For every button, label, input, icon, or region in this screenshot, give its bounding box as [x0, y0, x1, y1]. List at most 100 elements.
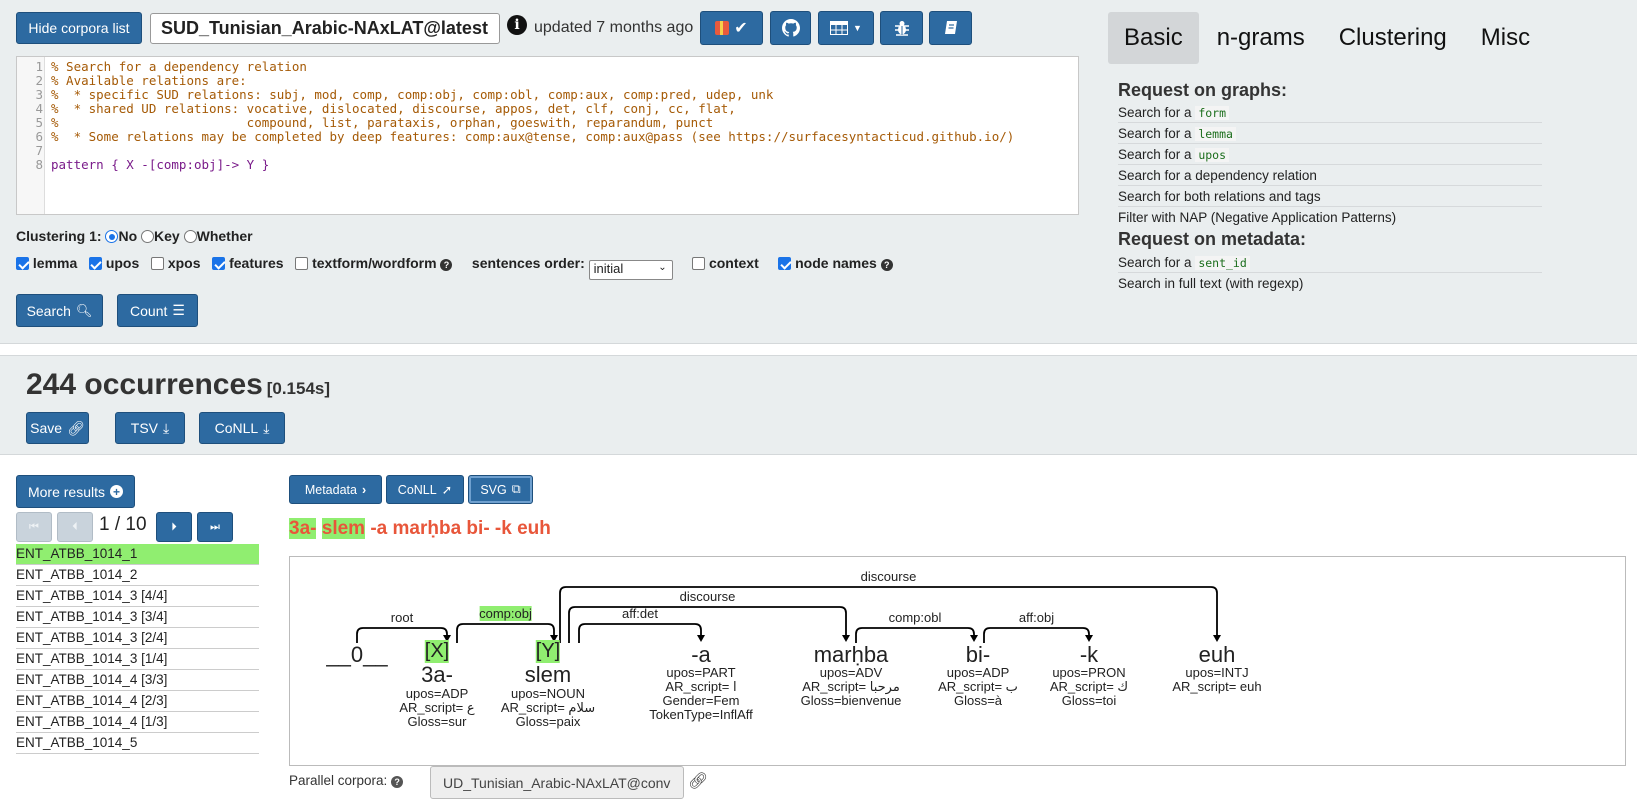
node-names-label: node names — [795, 255, 877, 271]
hide-corpora-button[interactable]: Hide corpora list — [16, 12, 142, 44]
info-icon[interactable]: i — [507, 15, 527, 35]
tab-ngrams[interactable]: n-grams — [1201, 12, 1321, 64]
github-icon — [781, 19, 800, 37]
skip-back-icon: ⏮ — [29, 520, 39, 533]
conll-view-button[interactable]: CoNLL ➚ — [386, 475, 464, 504]
clustering-row: Clustering 1: No Key Whether — [16, 228, 253, 244]
sentence-list-item[interactable]: ENT_ATBB_1014_1 — [16, 544, 259, 565]
sentence-list-item[interactable]: ENT_ATBB_1014_2 — [16, 565, 259, 586]
example-link-nap[interactable]: Filter with NAP (Negative Application Pa… — [1118, 208, 1542, 228]
sentence-list-item[interactable]: ENT_ATBB_1014_3 [1/4] — [16, 649, 259, 670]
count-button[interactable]: Count ☰ — [117, 294, 198, 327]
dependency-arc — [578, 623, 702, 643]
graph-token-feature: TokenType=InflAff — [649, 707, 753, 722]
example-link-sent-id[interactable]: Search for a sent_id — [1118, 253, 1542, 273]
xpos-checkbox[interactable] — [150, 257, 164, 270]
download-icon: ⤓ — [263, 419, 270, 436]
upos-checkbox[interactable] — [88, 257, 102, 270]
next-page-button[interactable]: ⏵ — [156, 512, 192, 542]
relation-label: comp:obj — [479, 606, 532, 621]
table-dropdown-button[interactable]: ▼ — [818, 11, 874, 45]
help-icon[interactable]: ? — [880, 259, 893, 271]
save-button[interactable]: Save 🔗︎ — [26, 412, 89, 444]
sentence-list-item[interactable]: ENT_ATBB_1014_4 [1/3] — [16, 712, 259, 733]
tab-bar: Basic n-grams Clustering Misc — [1108, 12, 1546, 64]
link-icon: 🔗︎ — [67, 419, 85, 436]
github-button[interactable] — [770, 11, 811, 45]
graph-token-feature: AR_script= ا — [665, 679, 737, 694]
gift-check-button[interactable]: ✔ — [700, 11, 763, 45]
features-checkbox[interactable] — [212, 257, 226, 270]
sentence-list-item[interactable]: ENT_ATBB_1014_3 [2/4] — [16, 628, 259, 649]
graph-token-feature: upos=INTJ — [1185, 665, 1249, 680]
sentence-list-item[interactable]: ENT_ATBB_1014_4 [2/3] — [16, 691, 259, 712]
sentence-list-item[interactable]: ENT_ATBB_1014_3 [3/4] — [16, 607, 259, 628]
lemma-checkbox[interactable] — [16, 257, 29, 270]
caret-down-icon: ▼ — [853, 23, 862, 33]
node-name-label: [Y] — [535, 640, 561, 663]
relation-label: aff:det — [622, 606, 658, 621]
link-icon[interactable]: 🔗︎ — [688, 771, 708, 791]
sentence-list-item[interactable]: ENT_ATBB_1014_3 [4/4] — [16, 586, 259, 607]
display-options-row: lemma upos xpos features textform/wordfo… — [16, 255, 893, 280]
graph-token-form: 3a- — [421, 662, 453, 687]
example-link-relation[interactable]: Search for a dependency relation — [1118, 166, 1542, 186]
occurrences-text: 244 occurrences — [26, 368, 263, 401]
graph-token-feature: AR_script= سلام — [500, 700, 596, 715]
list-icon: ☰ — [172, 302, 185, 318]
graph-token-feature: Gender=Fem — [662, 693, 740, 708]
upos-label: upos — [105, 255, 140, 271]
graph-token-feature: AR_script= euh — [1172, 679, 1262, 694]
parallel-corpus-select[interactable]: UD_Tunisian_Arabic-NAxLAT@conv — [430, 766, 684, 799]
sentences-order-select[interactable]: initial ⌄ — [588, 260, 673, 280]
conll-download-button[interactable]: CoNLL ⤓ — [199, 412, 285, 444]
help-icon[interactable]: ? — [391, 776, 404, 788]
graph-token-feature: upos=ADV — [819, 665, 883, 680]
graph-token-feature: Gloss=à — [953, 693, 1003, 708]
search-button[interactable]: Search 🔍︎ — [16, 294, 103, 327]
example-link-relations-tags[interactable]: Search for both relations and tags — [1118, 187, 1542, 207]
last-page-button[interactable]: ⏭ — [197, 512, 233, 542]
help-icon[interactable]: ? — [440, 259, 453, 271]
query-time: [0.154s] — [266, 379, 331, 398]
parallel-corpora-row: Parallel corpora: ? — [289, 773, 404, 788]
step-back-icon: ⏴ — [72, 520, 78, 533]
graph-token-feature: Gloss=paix — [515, 714, 581, 729]
relation-label: aff:obj — [1018, 610, 1055, 625]
more-results-button[interactable]: More results + — [16, 475, 135, 508]
context-checkbox[interactable] — [692, 257, 706, 270]
metadata-button[interactable]: Metadata › — [289, 475, 382, 504]
example-link-form[interactable]: Search for a form — [1118, 103, 1542, 123]
tab-misc[interactable]: Misc — [1465, 12, 1546, 64]
occurrences-count: 244 occurrences [0.154s] — [26, 368, 330, 402]
first-page-button[interactable]: ⏮ — [16, 512, 52, 542]
graph-token-feature: upos=NOUN — [510, 686, 586, 701]
arc-arrowhead — [1213, 635, 1221, 642]
tsv-download-button[interactable]: TSV ⤓ — [115, 412, 185, 444]
docs-button[interactable] — [929, 11, 972, 45]
bug-button[interactable] — [880, 11, 923, 45]
node-name-label: [X] — [424, 640, 450, 663]
textform-checkbox[interactable] — [295, 257, 309, 270]
textform-label: textform/wordform — [312, 255, 437, 271]
prev-page-button[interactable]: ⏴ — [57, 512, 93, 542]
tab-clustering[interactable]: Clustering — [1323, 12, 1463, 64]
clustering-whether-radio[interactable] — [183, 230, 197, 243]
example-link-full-text[interactable]: Search in full text (with regexp) — [1118, 274, 1542, 294]
arc-arrowhead — [697, 635, 705, 642]
sentences-order-label: sentences order: — [471, 255, 585, 271]
clustering-key-radio[interactable] — [141, 230, 155, 243]
node-names-checkbox[interactable] — [778, 257, 792, 270]
sentence-list-item[interactable]: ENT_ATBB_1014_4 [3/3] — [16, 670, 259, 691]
example-link-lemma[interactable]: Search for a lemma — [1118, 124, 1542, 144]
sentence-list-item[interactable]: ENT_ATBB_1014_5 — [16, 733, 259, 754]
tab-basic[interactable]: Basic — [1108, 12, 1199, 64]
svg-export-button[interactable]: SVG ⧉ — [468, 475, 533, 504]
example-link-upos[interactable]: Search for a upos — [1118, 145, 1542, 165]
relation-label: comp:obl — [888, 610, 942, 625]
graph-token-feature: AR_script= ك — [1049, 679, 1129, 694]
request-editor[interactable]: 1% Search for a dependency relation 2% A… — [16, 56, 1079, 215]
clustering-no-radio[interactable] — [105, 230, 119, 243]
graphs-heading: Request on graphs: — [1118, 80, 1288, 100]
corpus-name-field[interactable]: SUD_Tunisian_Arabic-NAxLAT@latest — [150, 13, 500, 44]
